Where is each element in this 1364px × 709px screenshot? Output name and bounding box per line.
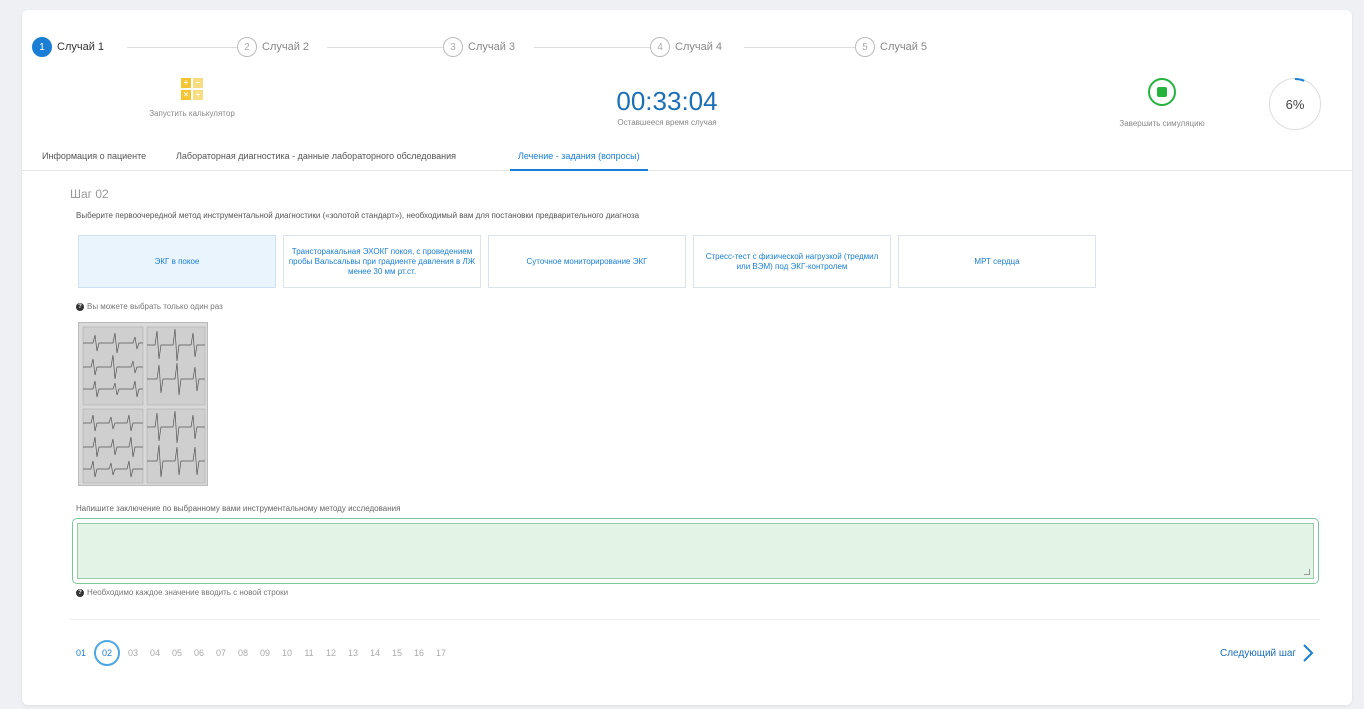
stepper-connector bbox=[744, 47, 864, 48]
page-12[interactable]: 12 bbox=[320, 648, 342, 658]
page-04[interactable]: 04 bbox=[144, 648, 166, 658]
page-02[interactable]: 02 bbox=[94, 640, 120, 666]
step-label: Случай 3 bbox=[468, 41, 516, 53]
tab-treatment[interactable]: Лечение - задания (вопросы) bbox=[510, 151, 648, 171]
page-17[interactable]: 17 bbox=[430, 648, 452, 658]
page-10[interactable]: 10 bbox=[276, 648, 298, 658]
step-number: 3 bbox=[443, 37, 463, 57]
page-05[interactable]: 05 bbox=[166, 648, 188, 658]
finish-simulation-button[interactable]: Завершить симуляцию bbox=[1102, 78, 1222, 128]
section-tabs: Информация о пациенте Лабораторная диагн… bbox=[22, 147, 1352, 171]
simulation-card: 1 Случай 1 2 Случай 2 3 Случай 3 4 Случа… bbox=[22, 10, 1352, 705]
page-15[interactable]: 15 bbox=[386, 648, 408, 658]
progress-ring: 6% bbox=[1269, 78, 1321, 130]
page-09[interactable]: 09 bbox=[254, 648, 276, 658]
option-ecg-rest[interactable]: ЭКГ в покое bbox=[78, 235, 276, 288]
conclusion-textarea[interactable] bbox=[77, 523, 1314, 579]
calculator-button[interactable]: + − × ÷ Запустить калькулятор bbox=[127, 78, 257, 118]
step-case-5[interactable]: 5 Случай 5 bbox=[855, 36, 934, 58]
case-timer: 00:33:04 Оставшееся время случая bbox=[592, 86, 742, 127]
progress-arc bbox=[1269, 78, 1321, 130]
conclusion-label: Напишите заключение по выбранному вами и… bbox=[76, 504, 401, 513]
resize-handle-icon[interactable] bbox=[1304, 569, 1310, 575]
stepper-connector bbox=[534, 47, 659, 48]
step-number: 4 bbox=[650, 37, 670, 57]
step-case-1[interactable]: 1 Случай 1 bbox=[32, 36, 111, 58]
question-mark-icon: ? bbox=[76, 302, 84, 311]
tab-patient-info[interactable]: Информация о пациенте bbox=[42, 151, 146, 171]
page-13[interactable]: 13 bbox=[342, 648, 364, 658]
case-stepper: 1 Случай 1 2 Случай 2 3 Случай 3 4 Случа… bbox=[32, 36, 1342, 58]
step-label: Случай 1 bbox=[57, 41, 105, 53]
hint-text: Вы можете выбрать только один раз bbox=[87, 302, 223, 311]
step-number: 2 bbox=[237, 37, 257, 57]
timer-value: 00:33:04 bbox=[616, 86, 718, 116]
divider bbox=[70, 619, 1320, 620]
step-label: Случай 5 bbox=[880, 41, 928, 53]
option-stress-test[interactable]: Стресс-тест с физической нагрузкой (тред… bbox=[693, 235, 891, 288]
step-label: Случай 4 bbox=[675, 41, 723, 53]
chevron-right-icon bbox=[1303, 644, 1314, 662]
page-06[interactable]: 06 bbox=[188, 648, 210, 658]
hint-text: Необходимо каждое значение вводить с нов… bbox=[87, 588, 289, 597]
next-step-button[interactable]: Следующий шаг bbox=[1220, 643, 1314, 663]
page-01[interactable]: 01 bbox=[70, 648, 92, 658]
finish-label: Завершить симуляцию bbox=[1119, 119, 1205, 128]
step-label: Случай 2 bbox=[262, 41, 310, 53]
stepper-connector bbox=[127, 47, 247, 48]
tab-lab-diagnostics[interactable]: Лабораторная диагностика - данные лабора… bbox=[176, 151, 456, 171]
ecg-image[interactable] bbox=[78, 322, 208, 486]
step-number: 1 bbox=[32, 37, 52, 57]
stop-icon bbox=[1148, 78, 1176, 106]
newline-hint: ? Необходимо каждое значение вводить с н… bbox=[76, 588, 288, 597]
stepper-connector bbox=[327, 47, 452, 48]
step-case-3[interactable]: 3 Случай 3 bbox=[443, 36, 522, 58]
next-step-label: Следующий шаг bbox=[1220, 647, 1297, 659]
calculator-label: Запустить калькулятор bbox=[149, 109, 235, 118]
page-11[interactable]: 11 bbox=[298, 648, 320, 658]
page-16[interactable]: 16 bbox=[408, 648, 430, 658]
page-03[interactable]: 03 bbox=[122, 648, 144, 658]
page-07[interactable]: 07 bbox=[210, 648, 232, 658]
question-text: Выберите первоочередной метод инструмент… bbox=[76, 211, 640, 220]
option-echo[interactable]: Трансторакальная ЭХОКГ покоя, с проведен… bbox=[283, 235, 481, 288]
step-case-4[interactable]: 4 Случай 4 bbox=[650, 36, 729, 58]
single-choice-hint: ? Вы можете выбрать только один раз bbox=[76, 302, 223, 311]
question-mark-icon: ? bbox=[76, 588, 84, 597]
step-number: 5 bbox=[855, 37, 875, 57]
option-mri[interactable]: МРТ сердца bbox=[898, 235, 1096, 288]
option-holter[interactable]: Суточное мониторирование ЭКГ bbox=[488, 235, 686, 288]
step-title: Шаг 02 bbox=[70, 187, 109, 201]
page-14[interactable]: 14 bbox=[364, 648, 386, 658]
answer-field-wrapper bbox=[72, 518, 1319, 584]
page-08[interactable]: 08 bbox=[232, 648, 254, 658]
step-pagination: 01 02 03 04 05 06 07 08 09 10 11 12 13 1… bbox=[70, 640, 452, 666]
ecg-trace-image bbox=[79, 323, 207, 485]
timer-caption: Оставшееся время случая bbox=[617, 118, 717, 127]
step-case-2[interactable]: 2 Случай 2 bbox=[237, 36, 316, 58]
calculator-icon: + − × ÷ bbox=[181, 78, 203, 100]
